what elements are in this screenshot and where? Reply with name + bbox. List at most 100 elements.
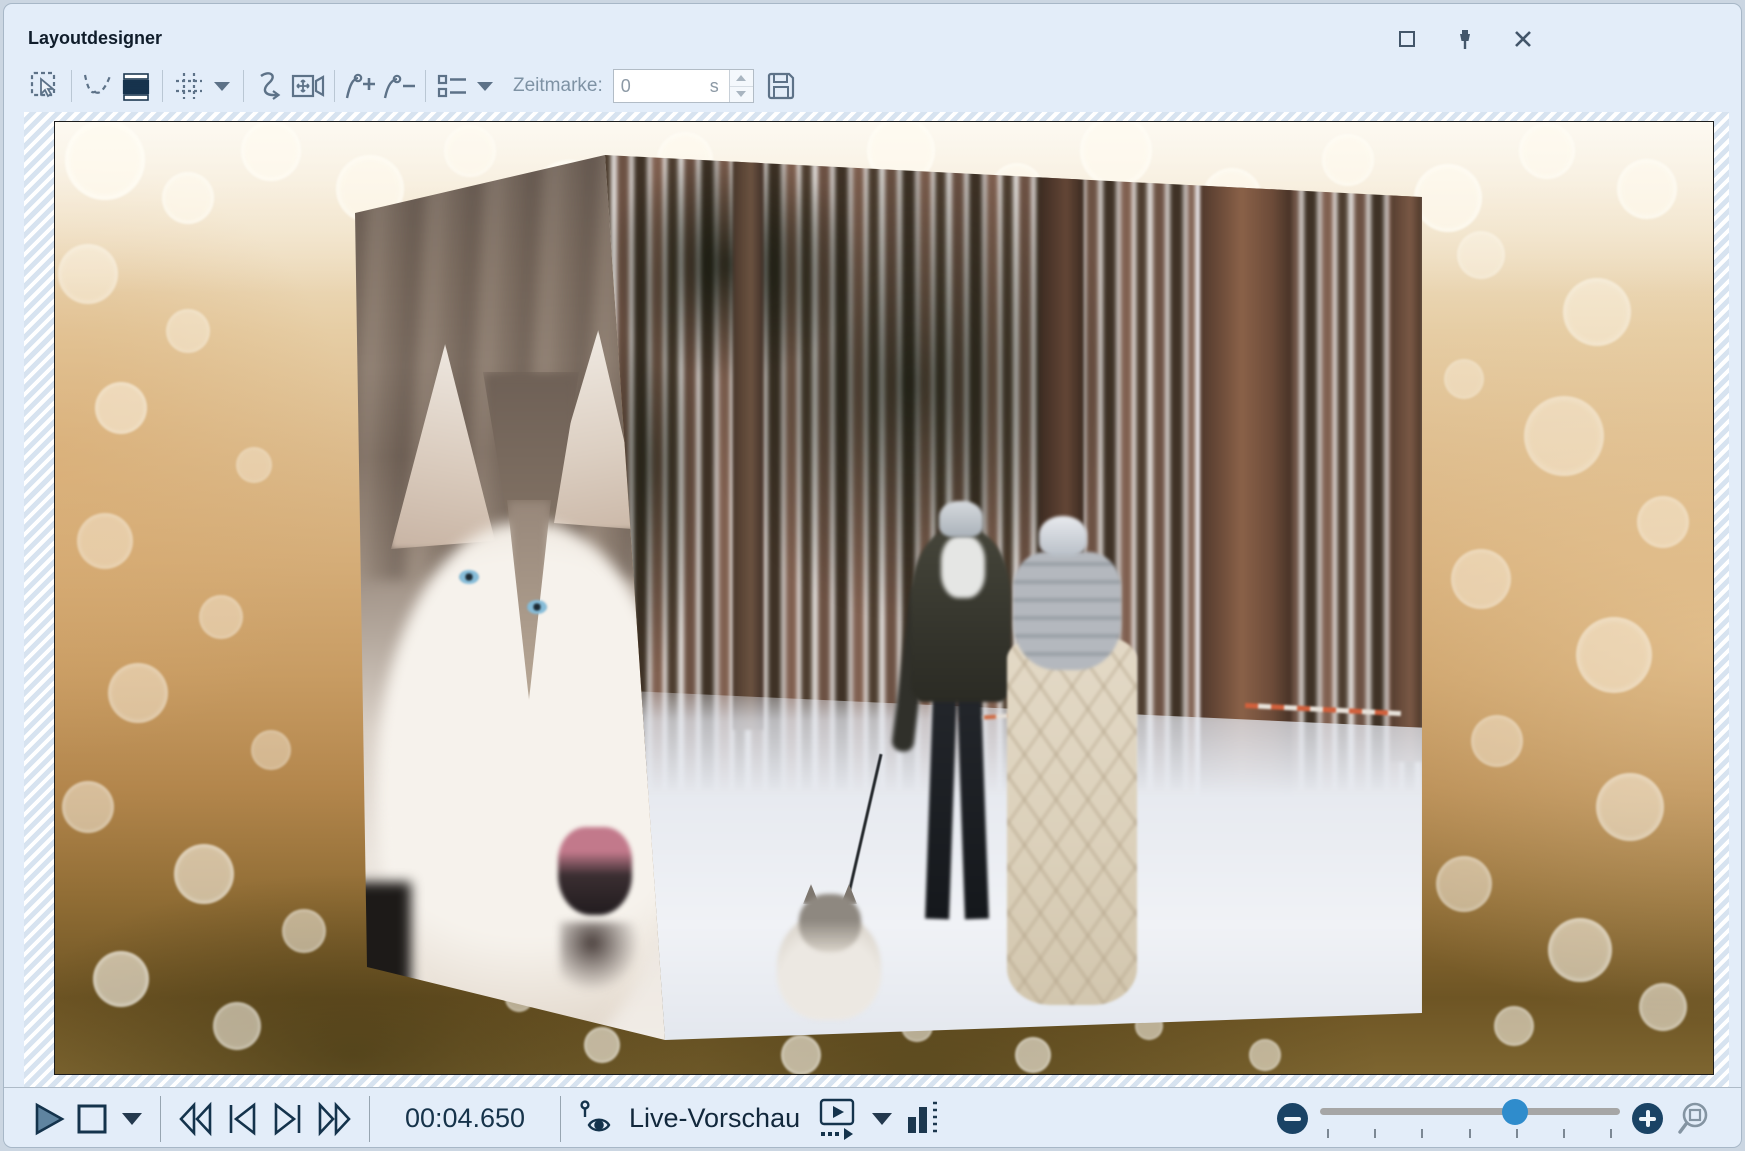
- zeitmarke-field: s: [613, 69, 754, 103]
- bokeh-circle: [213, 1002, 261, 1050]
- bokeh-circle: [251, 730, 291, 770]
- grid-button[interactable]: [170, 67, 208, 105]
- spinner-up-icon: [736, 75, 746, 81]
- bokeh-circle: [1436, 856, 1492, 912]
- skip-to-end-icon: [269, 1101, 307, 1137]
- bokeh-circle: [584, 1027, 620, 1063]
- camera-pan-button[interactable]: [289, 67, 327, 105]
- spinner-down-icon: [736, 91, 746, 97]
- add-keyframe-icon: [343, 70, 379, 102]
- bokeh-circle: [1451, 549, 1511, 609]
- zoom-fit-icon: [1677, 1100, 1715, 1138]
- zoom-in-button[interactable]: [1632, 1103, 1663, 1134]
- zoom-slider-tick: [1516, 1129, 1518, 1138]
- select-tool-button[interactable]: [26, 67, 64, 105]
- bokeh-circle: [1494, 1006, 1534, 1046]
- play-button[interactable]: [30, 1101, 66, 1137]
- playback-bar: 00:04.650 Live-Vorschau: [4, 1087, 1741, 1148]
- bokeh-circle: [1444, 359, 1484, 399]
- audio-meter-icon: [904, 1099, 938, 1139]
- zoom-out-button[interactable]: [1277, 1103, 1308, 1134]
- object-list-menu-button[interactable]: [477, 82, 493, 91]
- bokeh-circle: [1414, 164, 1482, 232]
- zeitmarke-unit: s: [710, 76, 729, 97]
- close-icon: [1514, 30, 1532, 48]
- live-preview-toggle[interactable]: [575, 1099, 617, 1139]
- rewind-button[interactable]: [175, 1101, 215, 1137]
- layers-icon: [120, 70, 152, 102]
- zoom-controls: [1277, 1099, 1719, 1139]
- canvas-frame: [24, 112, 1729, 1087]
- bokeh-circle: [1249, 1039, 1281, 1071]
- bokeh-circle: [1457, 231, 1505, 279]
- rotation-curve-button[interactable]: [251, 67, 289, 105]
- play-options-menu-button[interactable]: [122, 1113, 142, 1125]
- motion-path-icon: [81, 70, 115, 102]
- bokeh-circle: [444, 125, 496, 177]
- live-preview-eye-icon: [575, 1099, 617, 1139]
- rewind-icon: [175, 1101, 215, 1137]
- bokeh-circle: [108, 663, 168, 723]
- bokeh-circle: [93, 951, 149, 1007]
- maximize-button[interactable]: [1394, 26, 1420, 52]
- fast-forward-button[interactable]: [315, 1101, 355, 1137]
- object-list-button[interactable]: [433, 67, 471, 105]
- zoom-slider-tick: [1374, 1129, 1376, 1138]
- preview-window-button[interactable]: [814, 1098, 860, 1140]
- layout-canvas[interactable]: [54, 121, 1714, 1075]
- camera-pan-icon: [290, 70, 326, 102]
- bokeh-circle: [1563, 278, 1631, 346]
- zeitmarke-label: Zeitmarke:: [513, 75, 603, 97]
- add-keyframe-button[interactable]: [342, 67, 380, 105]
- layers-button[interactable]: [117, 67, 155, 105]
- object-list-icon: [435, 70, 469, 102]
- zeitmarke-input[interactable]: [614, 70, 710, 102]
- bokeh-circle: [95, 382, 147, 434]
- bokeh-circle: [65, 121, 145, 200]
- zoom-fit-button[interactable]: [1677, 1100, 1715, 1138]
- motion-path-button[interactable]: [79, 67, 117, 105]
- rotation-curve-icon: [253, 69, 287, 103]
- zoom-slider[interactable]: [1320, 1099, 1620, 1139]
- zoom-slider-tick: [1563, 1129, 1565, 1138]
- bokeh-circle: [1471, 715, 1523, 767]
- zoom-slider-track[interactable]: [1320, 1108, 1620, 1115]
- bokeh-circle: [58, 244, 118, 304]
- zoom-slider-tick: [1327, 1129, 1329, 1138]
- bokeh-circle: [1322, 134, 1374, 186]
- grid-menu-button[interactable]: [214, 82, 230, 91]
- close-button[interactable]: [1510, 26, 1536, 52]
- select-tool-icon: [29, 70, 61, 102]
- bokeh-circle: [236, 447, 272, 483]
- save-button[interactable]: [762, 67, 800, 105]
- preview-window-icon: [814, 1098, 860, 1140]
- stop-button[interactable]: [74, 1101, 110, 1137]
- zoom-slider-thumb[interactable]: [1502, 1099, 1528, 1125]
- audio-meter-button[interactable]: [904, 1099, 938, 1139]
- bokeh-circle: [1617, 159, 1677, 219]
- bokeh-circle: [1080, 121, 1152, 187]
- bokeh-circle: [166, 309, 210, 353]
- toolbar-separator: [243, 70, 244, 102]
- playbar-separator: [560, 1096, 561, 1142]
- pin-button[interactable]: [1452, 26, 1478, 52]
- spinner-up-button[interactable]: [730, 70, 753, 87]
- window-title: Layoutdesigner: [28, 28, 162, 49]
- stop-icon: [74, 1101, 110, 1137]
- bokeh-circle: [1596, 773, 1664, 841]
- skip-to-start-icon: [223, 1101, 261, 1137]
- remove-keyframe-button[interactable]: [380, 67, 418, 105]
- skip-to-end-button[interactable]: [269, 1101, 307, 1137]
- bokeh-circle: [282, 909, 326, 953]
- play-icon: [30, 1101, 66, 1137]
- zoom-slider-tick: [1469, 1129, 1471, 1138]
- toolbar: Zeitmarke: s: [4, 60, 1741, 112]
- toolbar-separator: [334, 70, 335, 102]
- skip-to-start-button[interactable]: [223, 1101, 261, 1137]
- toolbar-separator: [162, 70, 163, 102]
- spinner-down-button[interactable]: [730, 87, 753, 103]
- preview-menu-button[interactable]: [872, 1113, 892, 1125]
- bokeh-circle: [1639, 983, 1687, 1031]
- toolbar-separator: [71, 70, 72, 102]
- bokeh-circle: [174, 844, 234, 904]
